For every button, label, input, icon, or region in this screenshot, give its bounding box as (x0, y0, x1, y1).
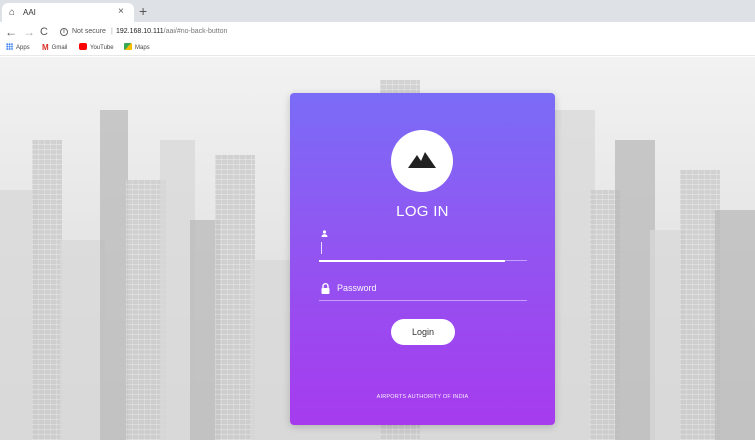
new-tab-button[interactable]: + (139, 3, 147, 19)
bookmark-gmail[interactable]: M Gmail (42, 43, 67, 54)
bookmarks-bar: Apps M Gmail YouTube Maps (0, 42, 755, 56)
login-card: LOG IN Login AIRPORTS AUTHORITY OF INDIA (290, 93, 555, 425)
gmail-icon: M (42, 43, 49, 52)
password-underline (319, 300, 527, 301)
tab-close-button[interactable]: × (118, 6, 124, 18)
username-input[interactable] (319, 239, 527, 259)
username-underline-rest (505, 260, 527, 261)
bookmark-maps-label: Maps (135, 45, 150, 51)
maps-icon (124, 43, 132, 50)
reload-button[interactable]: C (40, 24, 48, 40)
forward-button[interactable]: → (23, 24, 35, 40)
login-title: LOG IN (396, 203, 449, 220)
text-cursor (321, 242, 322, 254)
username-underline (319, 260, 505, 262)
logo-circle (391, 130, 453, 192)
user-icon (321, 230, 328, 237)
tab-strip: ⌂ AAI × + (0, 0, 755, 22)
back-button[interactable]: ← (5, 24, 17, 40)
url-path: /aai/#no-back-button (163, 28, 228, 35)
bookmark-gmail-label: Gmail (51, 45, 68, 51)
home-favicon-icon: ⌂ (9, 7, 16, 18)
bookmark-youtube[interactable]: YouTube (79, 43, 114, 54)
address-bar[interactable]: 192.168.10.111/aai/#no-back-button (116, 27, 227, 37)
bookmark-maps[interactable]: Maps (124, 43, 150, 54)
security-status[interactable]: Not secure (72, 27, 106, 37)
page-background: LOG IN Login AIRPORTS AUTHORITY OF INDIA (0, 57, 755, 440)
info-icon[interactable]: i (60, 28, 68, 36)
mountain-icon (408, 152, 436, 168)
password-input[interactable] (337, 281, 527, 295)
apps-grid-icon (6, 43, 13, 50)
browser-tab[interactable]: ⌂ AAI × (2, 3, 134, 22)
bookmark-apps-label: Apps (16, 45, 30, 51)
bookmark-apps[interactable]: Apps (6, 43, 30, 54)
lock-icon (321, 283, 330, 294)
url-separator: | (111, 28, 113, 35)
tab-title: AAI (23, 8, 36, 17)
browser-toolbar: ← → C i Not secure | 192.168.10.111/aai/… (0, 22, 755, 42)
login-button[interactable]: Login (391, 319, 455, 345)
youtube-icon (79, 43, 87, 50)
bookmark-youtube-label: YouTube (90, 45, 114, 51)
organization-footer: AIRPORTS AUTHORITY OF INDIA (376, 394, 469, 400)
url-host: 192.168.10.111 (116, 28, 164, 35)
